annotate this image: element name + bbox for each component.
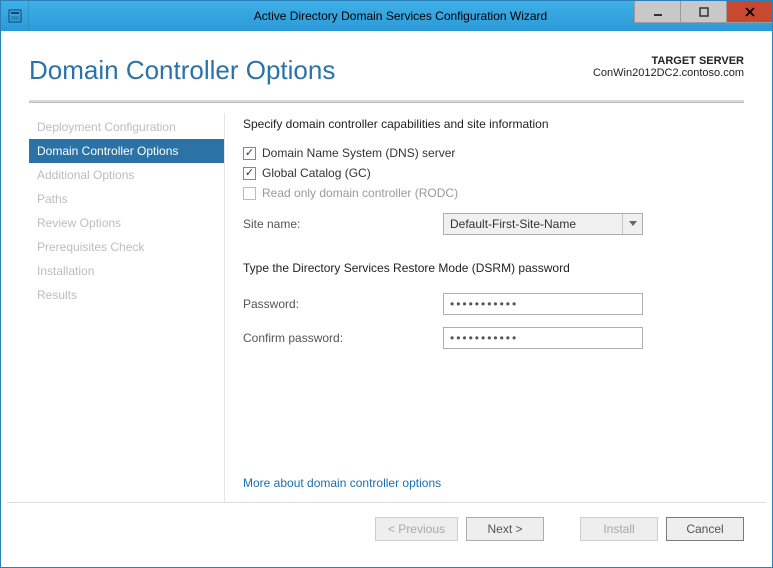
wizard-window: Active Directory Domain Services Configu…: [0, 0, 773, 568]
main-area: Deployment Configuration Domain Controll…: [29, 113, 744, 502]
confirm-password-input[interactable]: •••••••••••: [443, 327, 643, 349]
header-divider: [29, 100, 744, 103]
site-name-combobox[interactable]: Default-First-Site-Name: [443, 213, 643, 235]
nav-results[interactable]: Results: [29, 283, 224, 307]
nav-prerequisites-check[interactable]: Prerequisites Check: [29, 235, 224, 259]
titlebar: Active Directory Domain Services Configu…: [1, 1, 772, 31]
step-nav: Deployment Configuration Domain Controll…: [29, 113, 224, 502]
footer: < Previous Next > Install Cancel: [29, 503, 744, 555]
gc-checkbox-label: Global Catalog (GC): [262, 166, 371, 180]
chevron-down-icon: [622, 214, 642, 234]
target-server-label: TARGET SERVER: [593, 55, 744, 67]
nav-review-options[interactable]: Review Options: [29, 211, 224, 235]
content-spacer: [243, 355, 744, 472]
password-label: Password:: [243, 297, 443, 311]
minimize-button[interactable]: [634, 1, 680, 23]
password-input[interactable]: •••••••••••: [443, 293, 643, 315]
rodc-checkbox: [243, 187, 256, 200]
install-button: Install: [580, 517, 658, 541]
window-controls: [634, 1, 772, 23]
more-about-link[interactable]: More about domain controller options: [243, 476, 744, 490]
confirm-password-row: Confirm password: •••••••••••: [243, 327, 744, 349]
dsrm-heading: Type the Directory Services Restore Mode…: [243, 261, 744, 275]
nav-additional-options[interactable]: Additional Options: [29, 163, 224, 187]
target-server-block: TARGET SERVER ConWin2012DC2.contoso.com: [593, 55, 744, 79]
cancel-button[interactable]: Cancel: [666, 517, 744, 541]
password-row: Password: •••••••••••: [243, 293, 744, 315]
nav-paths[interactable]: Paths: [29, 187, 224, 211]
capabilities-heading: Specify domain controller capabilities a…: [243, 117, 744, 131]
checkbox-row-dns: Domain Name System (DNS) server: [243, 146, 744, 160]
next-button[interactable]: Next >: [466, 517, 544, 541]
dns-checkbox[interactable]: [243, 147, 256, 160]
site-name-value: Default-First-Site-Name: [444, 217, 622, 231]
confirm-password-label: Confirm password:: [243, 331, 443, 345]
nav-installation[interactable]: Installation: [29, 259, 224, 283]
gc-checkbox[interactable]: [243, 167, 256, 180]
close-button[interactable]: [726, 1, 772, 23]
site-name-row: Site name: Default-First-Site-Name: [243, 213, 744, 235]
checkbox-row-rodc: Read only domain controller (RODC): [243, 186, 744, 200]
target-server-name: ConWin2012DC2.contoso.com: [593, 67, 744, 79]
previous-button[interactable]: < Previous: [375, 517, 458, 541]
page-title: Domain Controller Options: [29, 55, 335, 86]
page-header: Domain Controller Options TARGET SERVER …: [29, 55, 744, 86]
checkbox-row-gc: Global Catalog (GC): [243, 166, 744, 180]
site-name-label: Site name:: [243, 217, 443, 231]
maximize-button[interactable]: [680, 1, 726, 23]
content-pane: Specify domain controller capabilities a…: [224, 113, 744, 502]
rodc-checkbox-label: Read only domain controller (RODC): [262, 186, 458, 200]
wizard-body: Domain Controller Options TARGET SERVER …: [1, 31, 772, 567]
system-menu-icon[interactable]: [1, 1, 29, 31]
nav-domain-controller-options[interactable]: Domain Controller Options: [29, 139, 224, 163]
dns-checkbox-label: Domain Name System (DNS) server: [262, 146, 455, 160]
nav-deployment-configuration[interactable]: Deployment Configuration: [29, 115, 224, 139]
